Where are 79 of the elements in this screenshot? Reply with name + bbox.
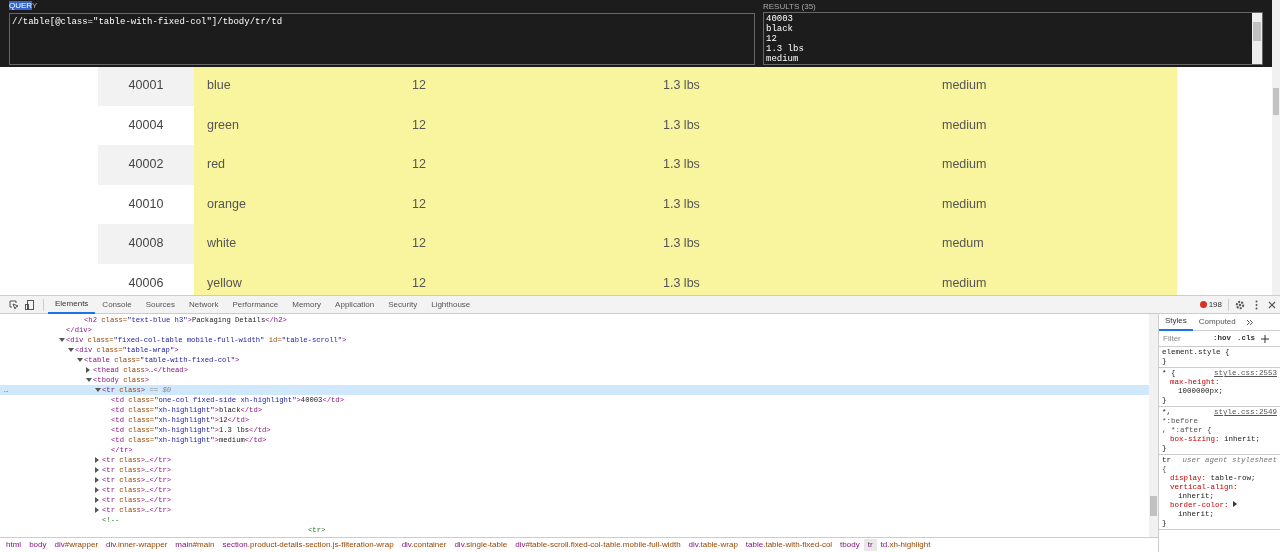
device-toolbar-icon[interactable] (25, 299, 35, 310)
more-tabs-icon[interactable] (1245, 318, 1253, 326)
error-count[interactable]: 198 (1199, 298, 1222, 311)
table-cell: 12 (412, 184, 663, 224)
table-cell: 1.3 lbs (663, 145, 942, 185)
devtools-tab[interactable]: Sources (138, 295, 183, 314)
breadcrumb-item[interactable]: main#main (171, 539, 219, 551)
table-cell: medium (942, 105, 1177, 145)
table-cell: 12 (412, 105, 663, 145)
breadcrumb-item[interactable]: body (25, 539, 51, 551)
close-icon[interactable] (1268, 300, 1276, 309)
elements-scrollbar[interactable] (1149, 314, 1158, 537)
page-scrollbar[interactable] (1272, 0, 1280, 295)
table-cell: yellow (194, 263, 412, 295)
devtools-tab[interactable]: Elements (48, 295, 96, 314)
inspect-icon[interactable] (9, 299, 19, 310)
collapsed-arrow-icon[interactable] (86, 367, 90, 373)
breadcrumb-item[interactable]: div.single-table (450, 539, 512, 551)
add-rule-icon[interactable] (1261, 334, 1270, 343)
table-cell: 40001 (98, 66, 194, 106)
breadcrumb-item[interactable]: div#wrapper (50, 539, 103, 551)
table-cell: 1.3 lbs (663, 66, 942, 106)
collapsed-arrow-icon[interactable] (95, 487, 99, 493)
breadcrumb-item[interactable]: div.container (397, 539, 451, 551)
table-cell: orange (194, 184, 412, 224)
breadcrumb-item[interactable]: div.table-wrap (684, 539, 742, 551)
table-cell: 1.3 lbs (663, 263, 942, 295)
devtools-tab[interactable]: Lighthouse (424, 295, 478, 314)
expanded-arrow-icon[interactable] (59, 338, 65, 342)
breadcrumb-item[interactable]: tr (863, 539, 877, 551)
breadcrumb-item[interactable]: td.xh-highlight (876, 539, 935, 551)
table-cell: 1.3 lbs (663, 105, 942, 145)
devtools-tab[interactable]: Console (95, 295, 139, 314)
more-options-icon[interactable] (1255, 299, 1258, 310)
table-cell: medium (942, 184, 1177, 224)
results-scrollbar[interactable] (1252, 13, 1262, 64)
expanded-arrow-icon[interactable] (95, 388, 101, 392)
table-cell: white (194, 224, 412, 264)
breadcrumb-item[interactable]: div#table-scroll.fixed-col-table.mobile-full-width (511, 539, 685, 551)
table-cell: medium (942, 263, 1177, 295)
table-cell: 1.3 lbs (663, 224, 942, 264)
table-cell: 12 (412, 263, 663, 295)
table-cell: 12 (412, 66, 663, 106)
devtools-tab[interactable]: Application (328, 295, 382, 314)
table-cell: red (194, 145, 412, 185)
table-cell: 40002 (98, 145, 194, 185)
table-cell: 40008 (98, 224, 194, 264)
table-cell: medium (942, 66, 1177, 106)
query-field[interactable]: //table[@class="table-with-fixed-col"]/tbody/tr/td (9, 13, 755, 65)
collapsed-arrow-icon[interactable] (95, 477, 99, 483)
breadcrumb-item[interactable]: section.product-details-section.js-filteration-wrap (218, 539, 398, 551)
table-cell: medum (942, 224, 1177, 264)
expanded-arrow-icon[interactable] (68, 348, 74, 352)
expand-arrow-icon[interactable] (1233, 501, 1238, 507)
filter-field[interactable]: Filter (1163, 332, 1207, 345)
styles-tab[interactable]: Computed (1192, 313, 1242, 331)
settings-icon[interactable] (1235, 299, 1245, 310)
table-cell: green (194, 105, 412, 145)
devtools-tab[interactable]: Performance (225, 295, 286, 314)
breadcrumb-item[interactable]: html (2, 539, 26, 551)
table-cell: medium (942, 145, 1177, 185)
results-label: RESULTS (35) (763, 1, 817, 12)
breadcrumb-item[interactable]: div.inner-wrapper (102, 539, 172, 551)
expanded-arrow-icon[interactable] (77, 358, 83, 362)
devtools-tab[interactable]: Memory (285, 295, 329, 314)
table-cell: blue (194, 66, 412, 106)
collapsed-arrow-icon[interactable] (95, 497, 99, 503)
collapsed-arrow-icon[interactable] (95, 507, 99, 513)
devtools-tab[interactable]: Security (381, 295, 425, 314)
collapsed-arrow-icon[interactable] (95, 457, 99, 463)
breadcrumb-item[interactable]: tbody (836, 539, 864, 551)
styles-tab[interactable]: Styles (1159, 313, 1193, 331)
table-cell: 12 (412, 145, 663, 185)
breadcrumb-item[interactable]: table.table-with-fixed-col (741, 539, 837, 551)
results-box: 40003 black 12 1.3 lbs medium (763, 12, 1263, 65)
table-cell: 1.3 lbs (663, 184, 942, 224)
table-cell: 12 (412, 224, 663, 264)
collapsed-arrow-icon[interactable] (95, 467, 99, 473)
devtools-tab[interactable]: Network (182, 295, 226, 314)
